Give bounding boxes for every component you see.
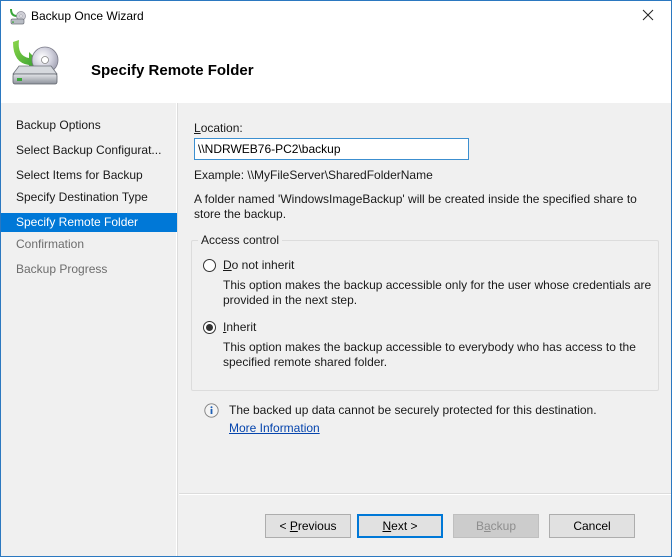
folder-note-line-1: A folder named 'WindowsImageBackup' will… xyxy=(194,192,637,206)
sidebar-divider xyxy=(177,103,178,556)
close-icon xyxy=(642,9,654,24)
step-specify-remote-folder[interactable]: Specify Remote Folder xyxy=(1,213,177,232)
step-select-backup-configuration[interactable]: Select Backup Configurat... xyxy=(1,141,177,160)
backup-button: Ba ckup xyxy=(453,514,539,538)
wizard-window: Backup Once Wizard Specify Remote Folder… xyxy=(0,0,672,557)
location-label: Location: xyxy=(194,121,243,135)
wizard-steps-sidebar: Backup Options Select Backup Configurat.… xyxy=(1,103,178,556)
title-bar: Backup Once Wizard xyxy=(1,1,671,32)
step-specify-destination-type[interactable]: Specify Destination Type xyxy=(1,188,177,207)
info-icon xyxy=(204,403,219,418)
wizard-footer: < Previous Next > Ba ckup Cancel xyxy=(179,495,671,556)
do-not-inherit-desc-line-2: provided in the next step. xyxy=(223,293,358,307)
example-text: Example: \\MyFileServer\SharedFolderName xyxy=(194,168,433,182)
step-confirmation: Confirmation xyxy=(16,237,85,251)
inherit-desc-line-2: specified remote shared folder. xyxy=(223,355,388,369)
step-backup-progress: Backup Progress xyxy=(16,262,108,276)
cancel-button[interactable]: Cancel xyxy=(549,514,635,538)
step-backup-options[interactable]: Backup Options xyxy=(1,116,177,135)
previous-button[interactable]: < Previous xyxy=(265,514,351,538)
do-not-inherit-label[interactable]: Do not inherit xyxy=(223,258,294,272)
access-control-legend: Access control xyxy=(198,233,283,247)
do-not-inherit-radio[interactable] xyxy=(203,259,216,272)
window-title: Backup Once Wizard xyxy=(31,9,144,23)
folder-note-line-2: store the backup. xyxy=(194,207,287,221)
backup-disk-icon xyxy=(9,8,27,26)
backup-disk-arrow-icon xyxy=(7,36,63,92)
wizard-header: Specify Remote Folder xyxy=(1,32,671,103)
inherit-label[interactable]: Inherit xyxy=(223,320,256,334)
more-information-link[interactable]: More Information xyxy=(229,421,320,435)
do-not-inherit-desc-line-1: This option makes the backup accessible … xyxy=(223,278,652,292)
security-warning-text: The backed up data cannot be securely pr… xyxy=(229,403,597,417)
next-button[interactable]: Next > xyxy=(357,514,443,538)
main-panel: Location: Example: \\MyFileServer\Shared… xyxy=(179,103,671,488)
inherit-radio[interactable] xyxy=(203,321,216,334)
page-title: Specify Remote Folder xyxy=(91,62,254,79)
close-button[interactable] xyxy=(625,1,671,32)
access-control-group: Access control Do not inherit This optio… xyxy=(191,233,659,391)
location-input[interactable] xyxy=(194,138,469,160)
inherit-desc-line-1: This option makes the backup accessible … xyxy=(223,340,636,354)
step-select-items-for-backup[interactable]: Select Items for Backup xyxy=(1,166,177,185)
